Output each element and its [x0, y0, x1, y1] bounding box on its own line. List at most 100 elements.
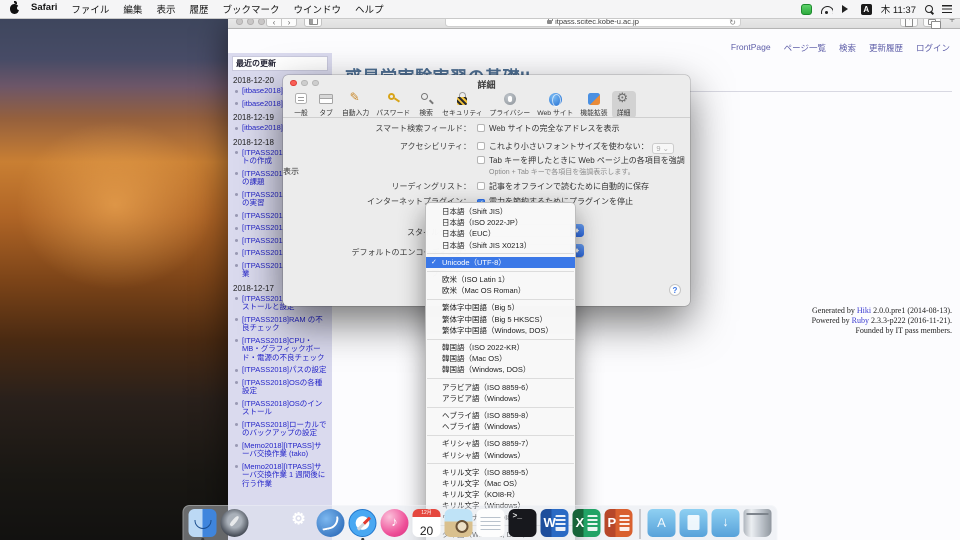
spotlight-icon[interactable]	[925, 5, 933, 13]
bullet-icon	[235, 444, 238, 447]
icon-glyph: ♪	[381, 509, 409, 537]
dock-item-folder-applications[interactable]: A	[648, 509, 676, 537]
checkbox-label: これより小さいフォントサイズを使わない：	[489, 142, 649, 151]
menubar-menu-ウインドウ[interactable]: ウインドウ	[293, 2, 341, 16]
tab-highlight-checkbox[interactable]	[477, 156, 485, 164]
encoding-menu-item[interactable]: ヘブライ語（ISO 8859-8）	[426, 410, 575, 421]
icon-glyph: P	[605, 509, 633, 537]
encoding-menu-item[interactable]: 日本語（ISO 2022-JP）	[426, 217, 575, 228]
sidebar-link[interactable]: [ITPASS2018]ローカルでのバックアップの設定	[242, 420, 326, 438]
status-app-icon[interactable]	[801, 4, 812, 15]
menu-separator	[427, 253, 574, 254]
nav-link[interactable]: ページ一覧	[784, 42, 826, 54]
textedit-icon	[477, 509, 505, 537]
dock-item-thunderbird[interactable]	[317, 509, 345, 537]
dock-item-folder-documents[interactable]	[680, 509, 708, 537]
encoding-menu-item[interactable]: キリル文字（Mac OS）	[426, 478, 575, 489]
bullet-icon	[235, 193, 238, 196]
smart-search-checkbox[interactable]	[477, 124, 485, 132]
encoding-menu-item[interactable]: 日本語（EUC）	[426, 228, 575, 239]
encoding-menu-item[interactable]: Unicode（UTF-8）✓	[426, 257, 575, 268]
menubar-menu-ブックマーク[interactable]: ブックマーク	[222, 2, 279, 16]
menubar-menu-ヘルプ[interactable]: ヘルプ	[355, 2, 384, 16]
encoding-menu-item[interactable]: 繁体字中国語（Big 5）	[426, 302, 575, 313]
sidebar-link[interactable]: [ITPASS2018]OSのインストール	[242, 399, 322, 417]
dock-item-excel[interactable]: X	[573, 509, 601, 537]
reading-list-row: リーディングリスト：記事をオフラインで読むために自動的に保存	[283, 181, 690, 192]
encoding-menu-item[interactable]: ヘブライ語（Windows）	[426, 421, 575, 432]
nav-link[interactable]: 更新履歴	[869, 42, 903, 54]
encoding-menu-item[interactable]: ギリシャ語（Windows）	[426, 450, 575, 461]
nav-link[interactable]: ログイン	[916, 42, 950, 54]
help-button[interactable]: ?	[669, 284, 681, 296]
encoding-menu-item[interactable]: キリル文字（KOI8-R）	[426, 489, 575, 500]
smart-search-row: スマート検索フィールド：Web サイトの完全なアドレスを表示	[283, 123, 690, 134]
sidebar-link[interactable]: [Memo2018][ITPASS]サーバ交換作業 1 週間後に行う作業	[242, 462, 325, 488]
input-source-icon[interactable]: A	[861, 4, 872, 15]
volume-icon[interactable]	[842, 5, 852, 13]
icon-glyph: >_	[509, 509, 537, 537]
dock-item-terminal[interactable]: >_	[509, 509, 537, 537]
sidebar-link[interactable]: [ITPASS2018]CPU・MB・グラフィックボード・電源の不良チェック	[242, 336, 325, 362]
bullet-icon	[235, 172, 238, 175]
wifi-icon[interactable]	[821, 5, 833, 14]
sidebar-link[interactable]: [ITPASS2018]OSの各種設定	[242, 378, 322, 396]
accessibility-row: アクセシビリティ：これより小さいフォントサイズを使わない：9 ⌄	[283, 141, 690, 154]
menubar-menu-表示[interactable]: 表示	[156, 2, 175, 16]
bullet-icon	[235, 239, 238, 242]
sidebar-link[interactable]: [Memo2018][ITPASS]サーバ交換作業 (tako)	[242, 441, 321, 459]
dock-item-photos[interactable]	[445, 509, 473, 537]
encoding-menu-item[interactable]: 韓国語（Mac OS）	[426, 353, 575, 364]
check-icon: ✓	[431, 258, 437, 267]
menubar-menu-Safari[interactable]: Safari	[31, 2, 57, 16]
font-size-select[interactable]: 9 ⌄	[652, 143, 674, 154]
bullet-icon	[235, 214, 238, 217]
dock-item-word[interactable]: W	[541, 509, 569, 537]
dock-item-powerpoint[interactable]: P	[605, 509, 633, 537]
encoding-menu-item[interactable]: ギリシャ語（ISO 8859-7）	[426, 438, 575, 449]
ruby-link[interactable]: Ruby	[852, 316, 869, 325]
min-font-size-checkbox[interactable]	[477, 142, 485, 150]
row-label: リーディングリスト：	[283, 181, 471, 192]
menubar-menu-編集[interactable]: 編集	[123, 2, 142, 16]
hiki-link[interactable]: Hiki	[857, 306, 871, 315]
sidebar-link[interactable]: [ITPASS2018]RAM の不良チェック	[242, 315, 323, 333]
bullet-icon	[235, 381, 238, 384]
dock-item-safari[interactable]	[349, 509, 377, 537]
dock-item-textedit[interactable]	[477, 509, 505, 537]
notification-center-icon[interactable]	[942, 5, 952, 13]
apple-menu-icon[interactable]	[10, 4, 19, 14]
folder-downloads-icon: ↓	[712, 509, 740, 537]
encoding-menu-item[interactable]: アラビア語（ISO 8859-6）	[426, 382, 575, 393]
word-icon: W	[541, 509, 569, 537]
encoding-menu-item[interactable]: 繁体字中国語（Windows, DOS）	[426, 325, 575, 336]
menubar-menu-ファイル[interactable]: ファイル	[71, 2, 109, 16]
dock-item-system-preferences[interactable]: ⚙	[285, 509, 313, 537]
dock-item-finder[interactable]	[189, 509, 217, 537]
encoding-menu-item[interactable]: アラビア語（Windows）	[426, 393, 575, 404]
calendar-icon: 12月20	[413, 509, 441, 537]
dock-item-trash[interactable]	[744, 509, 772, 537]
dock-item-launchpad[interactable]	[221, 509, 249, 537]
encoding-menu-item[interactable]: 日本語（Shift JIS）	[426, 206, 575, 217]
encoding-menu-item[interactable]: 韓国語（ISO 2022-KR）	[426, 342, 575, 353]
encoding-menu-item[interactable]: キリル文字（ISO 8859-5）	[426, 467, 575, 478]
menu-separator	[427, 407, 574, 408]
nav-link[interactable]: 検索	[839, 42, 856, 54]
sidebar-link[interactable]: [ITPASS2018]パスの設定	[242, 365, 326, 374]
encoding-menu-item[interactable]: 日本語（Shift JIS X0213）	[426, 240, 575, 251]
menubar-clock[interactable]: 木 11:37	[881, 2, 916, 16]
encoding-menu-item[interactable]: 欧米（ISO Latin 1）	[426, 274, 575, 285]
reading-list-checkbox[interactable]	[477, 182, 485, 190]
nav-link[interactable]: FrontPage	[731, 42, 771, 54]
dock-item-itunes[interactable]: ♪	[381, 509, 409, 537]
menubar-menu-履歴[interactable]: 履歴	[189, 2, 208, 16]
page-footer: Generated by Hiki 2.0.0.pre1 (2014-08-13…	[812, 306, 952, 336]
encoding-menu-item[interactable]: 韓国語（Windows, DOS）	[426, 364, 575, 375]
dock-item-folder-downloads[interactable]: ↓	[712, 509, 740, 537]
dock-item-mission-control[interactable]	[253, 509, 281, 537]
sidebar-list-item: [ITPASS2018]ローカルでのバックアップの設定	[242, 421, 328, 438]
encoding-menu-item[interactable]: 欧米（Mac OS Roman）	[426, 285, 575, 296]
encoding-menu-item[interactable]: 繁体字中国語（Big 5 HKSCS）	[426, 314, 575, 325]
dock-item-calendar[interactable]: 12月20	[413, 509, 441, 537]
